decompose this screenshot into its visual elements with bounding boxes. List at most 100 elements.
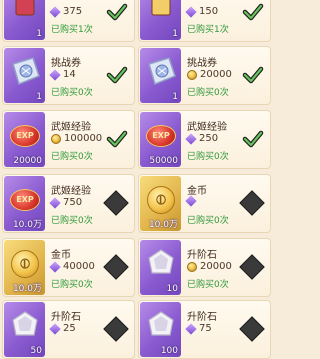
item-name: 升阶石 [187,250,217,261]
ticket-icon [9,56,41,86]
gold-coin-icon: ⦶ [147,186,175,214]
purchase-status: 已购买0次 [187,216,229,226]
gem-icon [49,260,61,273]
item-name: 金币 [51,250,71,261]
stone-icon [146,248,176,278]
item-name: 武姬经验 [187,122,227,133]
item-thumbnail: 1 [140,48,181,103]
coin-icon [51,133,61,144]
checkmark-icon[interactable] [242,128,264,150]
item-cost: 250 [185,132,219,145]
gold-coin-icon: ⦶ [11,250,39,278]
shop-item-card[interactable]: 10 升阶石 20000 已购买0次 [138,238,271,297]
item-quantity: 100 [160,346,178,356]
shop-item-card[interactable]: EXP 20000 武姬经验 100000 已购买0次 [2,110,135,169]
item-name: 升阶石 [187,312,217,323]
checkmark-icon[interactable] [106,64,128,86]
item-thumbnail: ⦶ 10.0万 [140,176,181,231]
item-thumbnail: 10 [140,240,181,295]
item-quantity: 1 [36,29,42,39]
item-quantity: 1 [172,29,178,39]
item-thumbnail: ⦶ 10.0万 [4,240,45,295]
locked-diamond-icon[interactable] [103,254,129,280]
stone-icon [10,310,40,340]
shop-item-card[interactable]: 1 挑战券 20000 已购买0次 [138,46,271,105]
shop-item-card[interactable]: 100 升阶石 75 [138,300,271,359]
item-thumbnail: 100 [140,302,181,357]
item-name: 挑战券 [51,58,81,69]
locked-diamond-icon[interactable] [239,190,265,216]
cost-value: 75 [199,323,212,334]
cost-value: 20000 [200,69,232,80]
shop-grid: 1 375 已购买1次 1 150 已购买1次 1 挑战券 14 已购买0次 1 挑战券 20000 已购… [0,0,275,359]
checkmark-icon[interactable] [242,64,264,86]
cost-value: 250 [199,133,219,144]
shop-item-card[interactable]: 50 升阶石 25 [2,300,135,359]
exp-icon: EXP [146,125,176,147]
coin-icon [187,69,197,80]
purchase-status: 已购买0次 [51,152,93,162]
item-cost: 150 [185,5,219,18]
locked-diamond-icon[interactable] [103,316,129,342]
cost-value: 25 [63,323,76,334]
gem-icon [49,322,61,335]
purchase-status: 已购买1次 [187,25,229,35]
cost-value: 100000 [64,133,103,144]
item-name: 升阶石 [51,312,81,323]
item-cost: 25 [49,322,76,335]
item-cost: 75 [185,322,212,335]
item-thumbnail: 1 [140,0,181,40]
item-quantity: 10.0万 [148,220,178,230]
item-quantity: 50000 [149,156,178,166]
item-cost: 14 [49,68,76,81]
shop-item-card[interactable]: 1 挑战券 14 已购买0次 [2,46,135,105]
locked-diamond-icon[interactable] [103,190,129,216]
item-thumbnail: EXP 50000 [140,112,181,167]
item-cost: 100000 [51,133,102,144]
shop-item-card[interactable]: 1 150 已购买1次 [138,0,271,42]
item-quantity: 20000 [13,156,42,166]
cost-value: 150 [199,6,219,17]
coin-icon [187,261,197,272]
purchase-status: 已购买0次 [51,280,93,290]
item-thumbnail: 1 [4,0,45,40]
shop-item-card[interactable]: 1 375 已购买1次 [2,0,135,42]
item-thumbnail: 1 [4,48,45,103]
item-name: 武姬经验 [51,122,91,133]
gem-icon [49,196,61,209]
book-icon [10,0,40,19]
item-cost: 750 [49,196,83,209]
cost-value: 20000 [200,261,232,272]
checkmark-icon[interactable] [242,1,264,23]
item-quantity: 1 [172,92,178,102]
gem-icon [185,5,197,18]
item-quantity: 1 [36,92,42,102]
purchase-status: 已购买0次 [187,152,229,162]
purchase-status: 已购买0次 [51,88,93,98]
item-thumbnail: EXP 20000 [4,112,45,167]
gem-icon [185,132,197,145]
locked-diamond-icon[interactable] [239,316,265,342]
book-icon [146,0,176,19]
item-cost: 20000 [187,69,232,80]
exp-icon: EXP [10,125,40,147]
item-thumbnail: 50 [4,302,45,357]
checkmark-icon[interactable] [106,1,128,23]
cost-value: 750 [63,197,83,208]
gem-icon [49,68,61,81]
gem-icon [49,5,61,18]
locked-diamond-icon[interactable] [239,254,265,280]
checkmark-icon[interactable] [106,128,128,150]
shop-item-card[interactable]: ⦶ 10.0万 金币 已购买0次 [138,174,271,233]
shop-item-card[interactable]: EXP 10.0万 武姬经验 750 已购买0次 [2,174,135,233]
purchase-status: 已购买0次 [187,88,229,98]
cost-value: 40000 [63,261,95,272]
shop-item-card[interactable]: EXP 50000 武姬经验 250 已购买0次 [138,110,271,169]
purchase-status: 已购买0次 [187,280,229,290]
gem-icon [185,195,197,207]
item-cost: 20000 [187,261,232,272]
item-quantity: 10 [166,284,178,294]
cost-value: 375 [63,6,83,17]
ticket-icon [145,56,177,86]
shop-item-card[interactable]: ⦶ 10.0万 金币 40000 已购买0次 [2,238,135,297]
